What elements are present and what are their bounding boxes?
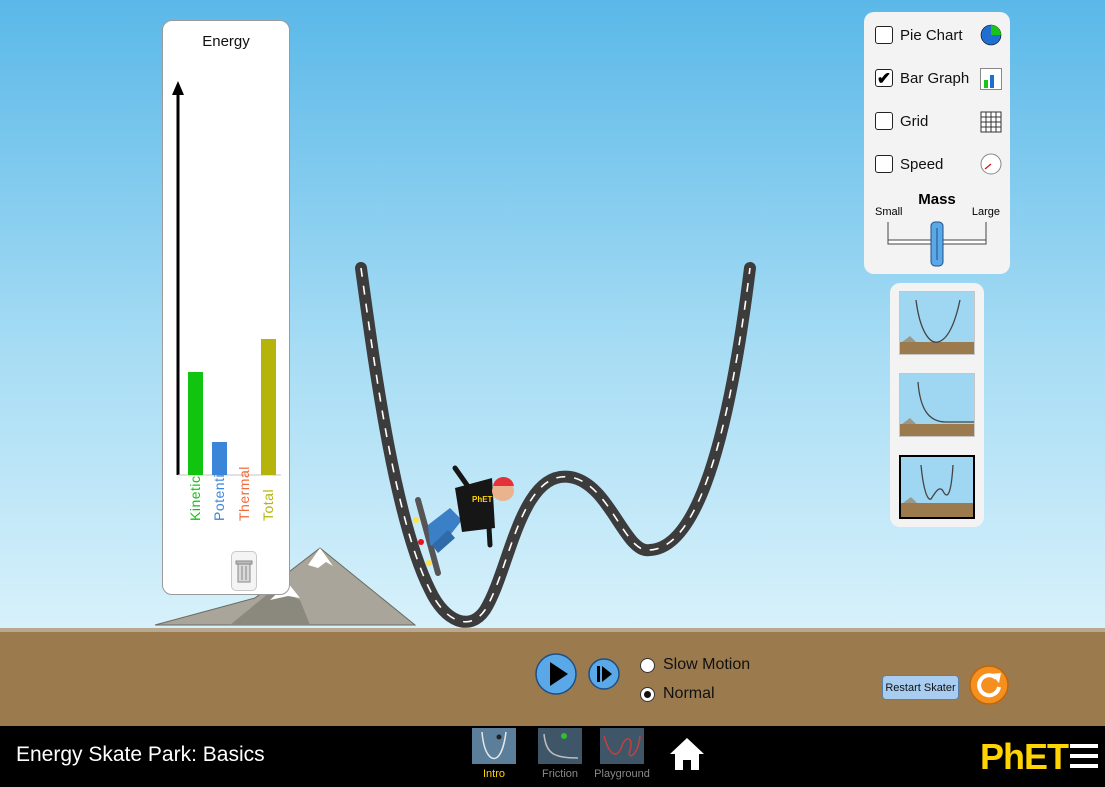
bar-graph-option[interactable]: ✔ Bar Graph [875,65,969,91]
energy-bar-label-kinetic: Kinetic [187,475,203,521]
tab-playground-label: Playground [594,768,650,780]
intro-tab-icon [472,728,516,764]
energy-bar-kinetic [188,372,203,475]
bar-graph-label: Bar Graph [900,69,970,87]
energy-bar-chart [172,81,281,476]
tab-intro-label: Intro [482,768,505,780]
tab-playground[interactable]: Playground [594,728,650,784]
pie-chart-checkbox[interactable] [875,26,893,44]
parabola-track-button[interactable] [899,291,975,355]
energy-bar-total [261,339,276,475]
reset-all-button[interactable] [968,661,1010,709]
menu-icon[interactable] [1070,743,1098,769]
mass-slider[interactable] [864,218,1010,274]
energy-bar-label-potential: Potential [211,462,227,521]
track-selector-panel [890,283,984,527]
slow-motion-option[interactable]: Slow Motion [640,656,750,674]
home-button[interactable] [668,736,706,772]
pie-chart-icon [980,24,1002,46]
home-icon [670,738,704,770]
pie-chart-option[interactable]: Pie Chart [875,22,963,48]
mass-large-label: Large [971,206,1000,218]
speed-option[interactable]: Speed [875,151,943,177]
svg-text:PhET: PhET [472,495,493,504]
slow-motion-label: Slow Motion [663,656,751,673]
energy-bar-label-total: Total [260,488,276,521]
skater[interactable]: PhET [413,465,514,576]
bar-graph-checkbox[interactable]: ✔ [875,69,893,87]
play-button[interactable] [535,648,577,700]
trash-icon [235,560,253,583]
friction-tab-icon [538,728,582,764]
normal-speed-radio[interactable] [640,686,655,702]
restart-skater-button[interactable]: Restart Skater [882,675,959,700]
energy-axis-arrow [172,81,184,95]
normal-speed-label: Normal [663,685,715,702]
mass-small-label: Small [875,206,903,218]
speed-checkbox[interactable] [875,155,893,173]
pie-chart-label: Pie Chart [900,26,963,44]
double-well-track-button[interactable] [899,455,975,519]
slope-track-button[interactable] [899,373,975,437]
energy-bar-label-thermal: Thermal [236,466,252,521]
step-forward-button[interactable] [587,656,621,692]
energy-chart-title: Energy [202,33,250,50]
playground-tab-icon [600,728,644,764]
clear-thermal-button[interactable] [231,551,257,591]
grid-checkbox[interactable] [875,112,893,130]
sim-title: Energy Skate Park: Basics [16,743,265,766]
grid-icon [980,111,1002,133]
slow-motion-radio[interactable] [640,657,655,673]
tab-intro[interactable]: Intro [472,728,516,784]
bar-graph-icon [980,68,1002,90]
speedometer-icon [980,153,1002,175]
speed-label: Speed [900,155,944,173]
skate-track[interactable] [355,262,756,628]
control-panel: Pie Chart ✔ Bar Graph Grid Speed Mass Sm… [864,12,1010,274]
tab-friction-label: Friction [541,768,579,780]
normal-speed-option[interactable]: Normal [640,685,715,703]
phet-logo[interactable]: PhET [980,736,1069,778]
energy-bar-graph-panel: Energy Kinetic Potential Thermal Total [162,20,290,595]
grid-option[interactable]: Grid [875,108,928,134]
tab-friction[interactable]: Friction [538,728,582,784]
navigation-bar: Energy Skate Park: Basics Intro Friction… [0,726,1105,787]
grid-label: Grid [900,112,929,130]
